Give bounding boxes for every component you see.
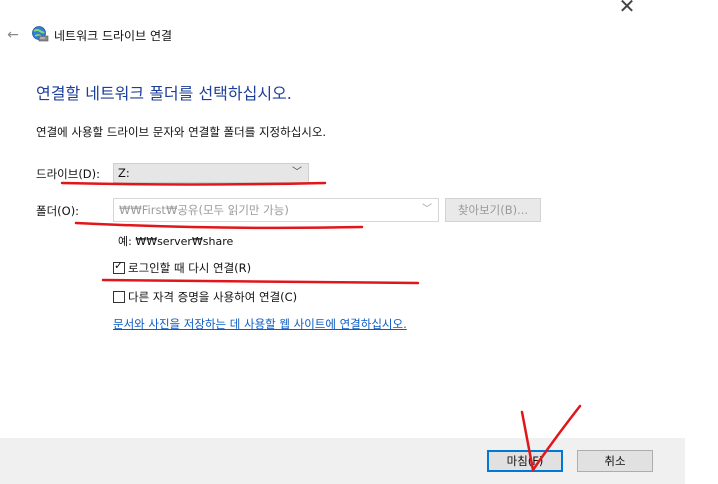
annotation-underline-drive (60, 181, 327, 186)
network-drive-icon (32, 26, 49, 42)
checkmark-icon: ✓ (114, 259, 124, 272)
red-annotation-overlay (60, 181, 582, 472)
other-credentials-checkbox-row[interactable]: 다른 자격 증명을 사용하여 연결(C) (113, 288, 297, 306)
annotation-underline-folder (74, 221, 364, 230)
other-credentials-checkbox[interactable] (113, 291, 125, 303)
reconnect-label: 로그인할 때 다시 연결(R) (128, 261, 252, 275)
drive-select-value: Z: (118, 166, 130, 180)
page-heading: 연결할 네트워크 폴더를 선택하십시오. (36, 84, 292, 103)
example-text: 예: ₩₩server₩share (118, 235, 234, 248)
folder-combobox[interactable]: ₩₩First₩공유(모두 읽기만 가능) ﹀ (113, 198, 439, 222)
finish-button[interactable]: 마침(F) (487, 450, 563, 472)
chevron-down-icon: ﹀ (422, 204, 432, 215)
back-arrow-icon[interactable]: ← (4, 26, 22, 44)
close-icon[interactable]: ✕ (612, 0, 642, 18)
instruction-text: 연결에 사용할 드라이브 문자와 연결할 폴더를 지정하십시오. (36, 125, 327, 139)
folder-combobox-value: ₩₩First₩공유(모두 읽기만 가능) (119, 203, 289, 217)
window-title: 네트워크 드라이브 연결 (54, 29, 173, 43)
reconnect-checkbox-row[interactable]: ✓ 로그인할 때 다시 연결(R) (113, 259, 251, 277)
folder-label: 폴더(O): (36, 204, 80, 218)
cancel-button[interactable]: 취소 (577, 450, 653, 472)
website-link[interactable]: 문서와 사진을 저장하는 데 사용할 웹 사이트에 연결하십시오. (113, 316, 407, 332)
drive-label: 드라이브(D): (36, 167, 101, 181)
browse-button[interactable]: 찾아보기(B)... (445, 198, 541, 222)
annotation-underline-reconnect (101, 278, 420, 285)
chevron-down-icon: ﹀ (292, 167, 302, 178)
reconnect-checkbox[interactable]: ✓ (113, 259, 125, 274)
other-credentials-label: 다른 자격 증명을 사용하여 연결(C) (128, 290, 298, 304)
drive-select[interactable]: Z: ﹀ (113, 163, 309, 183)
